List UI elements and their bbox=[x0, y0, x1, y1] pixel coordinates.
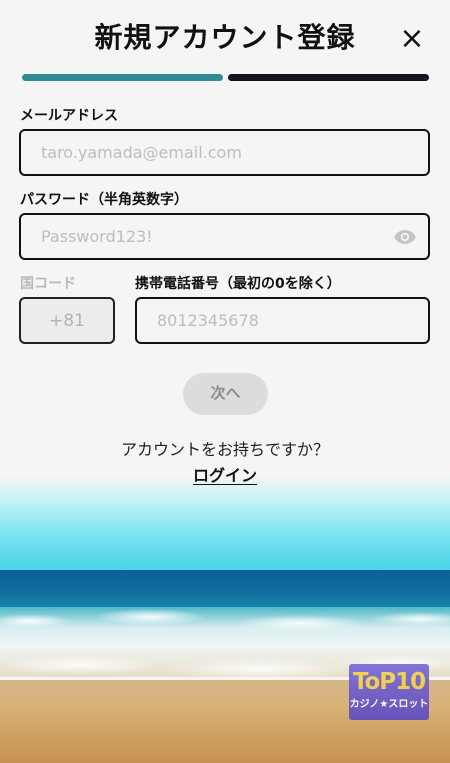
logo-bottom-text: カジノ★スロット bbox=[349, 699, 429, 710]
phone-field-box bbox=[135, 297, 430, 344]
account-question: アカウントをお持ちですか？ bbox=[120, 440, 329, 459]
eye-icon[interactable] bbox=[392, 225, 418, 249]
password-field[interactable] bbox=[21, 215, 428, 258]
phone-label: 携帯電話番号（最初の0を除く） bbox=[135, 276, 341, 292]
email-field-box bbox=[19, 129, 430, 176]
email-field[interactable] bbox=[21, 131, 428, 174]
country-code-field: +81 bbox=[19, 297, 115, 344]
password-label: パスワード（半角英数字） bbox=[20, 192, 188, 208]
close-icon[interactable]: × bbox=[396, 24, 428, 56]
login-link[interactable]: ログイン bbox=[0, 462, 450, 486]
password-field-box bbox=[19, 213, 430, 260]
country-code-value: +81 bbox=[49, 310, 85, 331]
phone-field[interactable] bbox=[137, 299, 428, 342]
country-code-label: 国コード bbox=[20, 276, 76, 292]
progress-step-2 bbox=[228, 74, 429, 81]
top10-logo: ToP10 カジノ★スロット bbox=[349, 664, 429, 720]
progress-step-1 bbox=[22, 74, 223, 81]
email-label: メールアドレス bbox=[20, 108, 118, 124]
logo-top-text: ToP10 bbox=[352, 669, 426, 695]
page-title: 新規アカウント登録 bbox=[94, 21, 356, 54]
next-button[interactable]: 次へ bbox=[183, 373, 268, 415]
sky bbox=[0, 475, 450, 570]
